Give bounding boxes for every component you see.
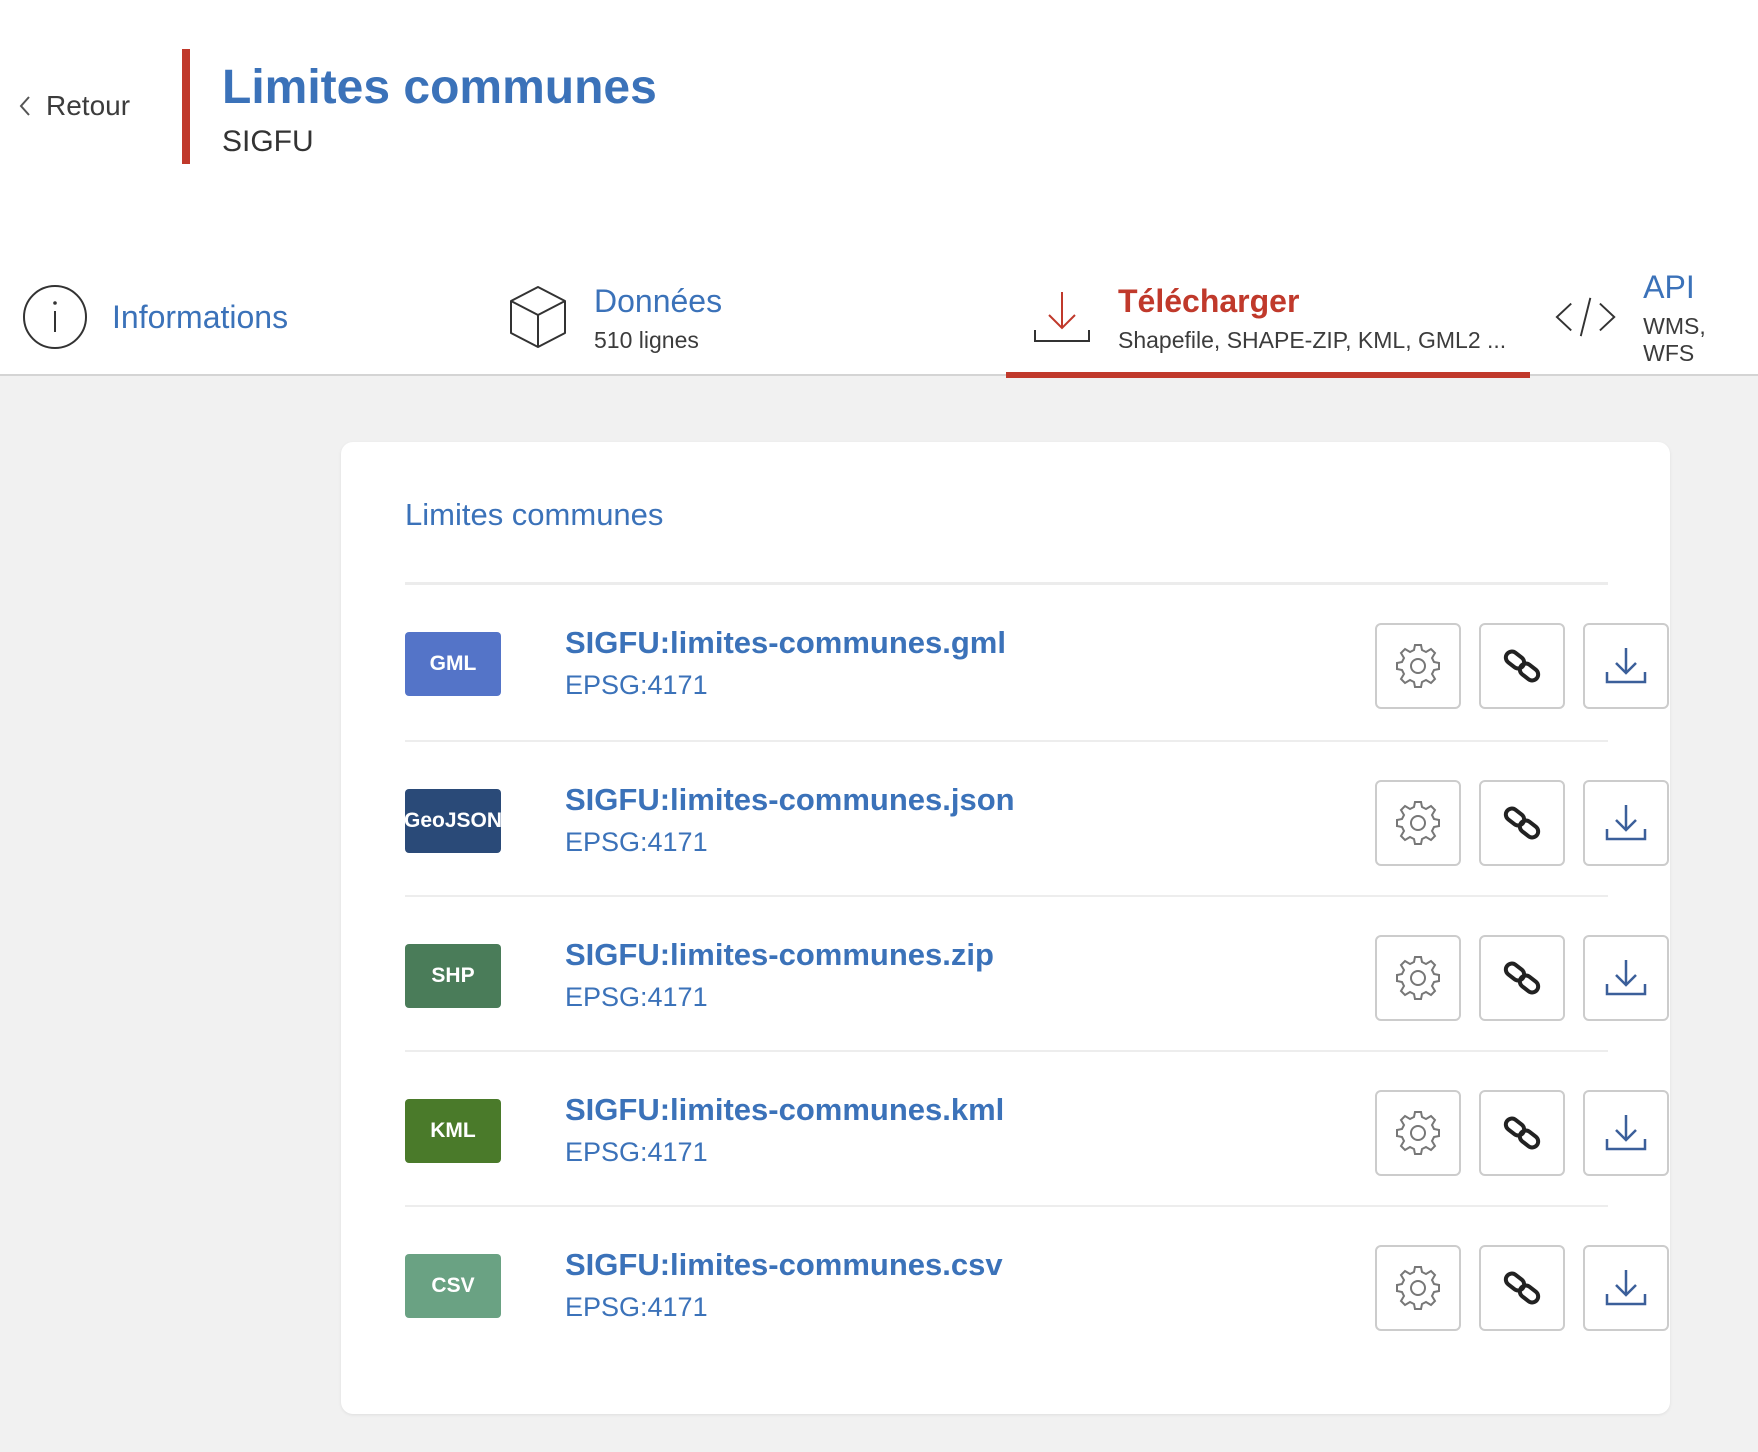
tab-label: API bbox=[1643, 269, 1695, 305]
file-row: GML SIGFU:limites-communes.gml EPSG:4171 bbox=[405, 585, 1669, 740]
crs-label: EPSG:4171 bbox=[565, 1292, 708, 1322]
crs-label: EPSG:4171 bbox=[565, 670, 708, 700]
download-button[interactable] bbox=[1583, 1090, 1669, 1176]
settings-button[interactable] bbox=[1375, 935, 1461, 1021]
tab-sublabel: 510 lignes bbox=[594, 326, 699, 353]
crs-label: EPSG:4171 bbox=[565, 982, 708, 1012]
tab-label: Télécharger bbox=[1118, 282, 1300, 319]
download-card: Limites communes GML SIGFU:limites-commun… bbox=[341, 442, 1670, 1414]
link-icon bbox=[1499, 1265, 1545, 1311]
link-icon bbox=[1499, 1110, 1545, 1156]
download-icon bbox=[1603, 1265, 1649, 1311]
link-icon bbox=[1499, 955, 1545, 1001]
format-badge: GeoJSON bbox=[404, 789, 502, 853]
download-button[interactable] bbox=[1583, 623, 1669, 709]
format-badge: KML bbox=[405, 1099, 501, 1163]
code-icon bbox=[1555, 297, 1616, 337]
copy-link-button[interactable] bbox=[1479, 1245, 1565, 1331]
download-icon bbox=[1603, 800, 1649, 846]
file-row: KML SIGFU:limites-communes.kml EPSG:4171 bbox=[405, 1050, 1669, 1207]
download-icon bbox=[1603, 955, 1649, 1001]
gear-icon bbox=[1395, 1265, 1441, 1311]
tab-bar: Informations Données 510 lignes Téléchar… bbox=[0, 258, 1758, 378]
copy-link-button[interactable] bbox=[1479, 780, 1565, 866]
copy-link-button[interactable] bbox=[1479, 935, 1565, 1021]
gear-icon bbox=[1395, 1110, 1441, 1156]
settings-button[interactable] bbox=[1375, 623, 1461, 709]
tab-informations[interactable]: Informations bbox=[22, 258, 288, 376]
file-name-link[interactable]: SIGFU:limites-communes.zip bbox=[565, 937, 994, 973]
download-icon bbox=[1034, 292, 1090, 342]
download-button[interactable] bbox=[1583, 780, 1669, 866]
copy-link-button[interactable] bbox=[1479, 1090, 1565, 1176]
format-badge: CSV bbox=[405, 1254, 501, 1318]
crs-label: EPSG:4171 bbox=[565, 827, 708, 857]
download-button[interactable] bbox=[1583, 935, 1669, 1021]
copy-link-button[interactable] bbox=[1479, 623, 1565, 709]
file-name-link[interactable]: SIGFU:limites-communes.gml bbox=[565, 625, 1006, 661]
link-icon bbox=[1499, 643, 1545, 689]
gear-icon bbox=[1395, 800, 1441, 846]
link-icon bbox=[1499, 800, 1545, 846]
gear-icon bbox=[1395, 643, 1441, 689]
info-icon bbox=[23, 285, 87, 349]
gear-icon bbox=[1395, 955, 1441, 1001]
tab-label: Informations bbox=[112, 299, 289, 335]
cube-icon bbox=[510, 286, 566, 348]
download-button[interactable] bbox=[1583, 1245, 1669, 1331]
back-link[interactable]: Retour bbox=[18, 90, 130, 122]
page-subtitle: SIGFU bbox=[222, 125, 314, 158]
settings-button[interactable] bbox=[1375, 1245, 1461, 1331]
settings-button[interactable] bbox=[1375, 1090, 1461, 1176]
file-name-link[interactable]: SIGFU:limites-communes.kml bbox=[565, 1092, 1004, 1128]
format-badge: GML bbox=[405, 632, 501, 696]
download-icon bbox=[1603, 643, 1649, 689]
chevron-left-icon bbox=[19, 96, 30, 116]
tab-donnees[interactable]: Données 510 lignes bbox=[508, 258, 722, 376]
settings-button[interactable] bbox=[1375, 780, 1461, 866]
tab-sublabel: Shapefile, SHAPE-ZIP, KML, GML2 ... bbox=[1118, 326, 1507, 353]
file-row: GeoJSON SIGFU:limites-communes.json EPSG:4… bbox=[404, 740, 1669, 897]
file-row: CSV SIGFU:limites-communes.csv EPSG:4171 bbox=[405, 1205, 1669, 1362]
crs-label: EPSG:4171 bbox=[565, 1137, 708, 1167]
format-badge: SHP bbox=[405, 944, 501, 1008]
tab-sublabel: WMS, WFS bbox=[1643, 313, 1706, 366]
tab-label: Données bbox=[594, 282, 723, 319]
card-title: Limites communes bbox=[405, 497, 664, 532]
title-accent-bar bbox=[182, 49, 190, 164]
page-title: Limites communes bbox=[222, 61, 657, 114]
file-name-link[interactable]: SIGFU:limites-communes.csv bbox=[565, 1247, 1003, 1283]
back-label: Retour bbox=[46, 90, 131, 121]
tab-api[interactable]: API WMS, WFS bbox=[1554, 258, 1758, 376]
download-icon bbox=[1603, 1110, 1649, 1156]
page-header: Retour Limites communes SIGFU Informatio… bbox=[0, 0, 1758, 378]
file-row: SHP SIGFU:limites-communes.zip EPSG:4171 bbox=[405, 895, 1669, 1052]
file-name-link[interactable]: SIGFU:limites-communes.json bbox=[565, 782, 1015, 818]
tab-telecharger[interactable]: Télécharger Shapefile, SHAPE-ZIP, KML, G… bbox=[1006, 258, 1530, 378]
